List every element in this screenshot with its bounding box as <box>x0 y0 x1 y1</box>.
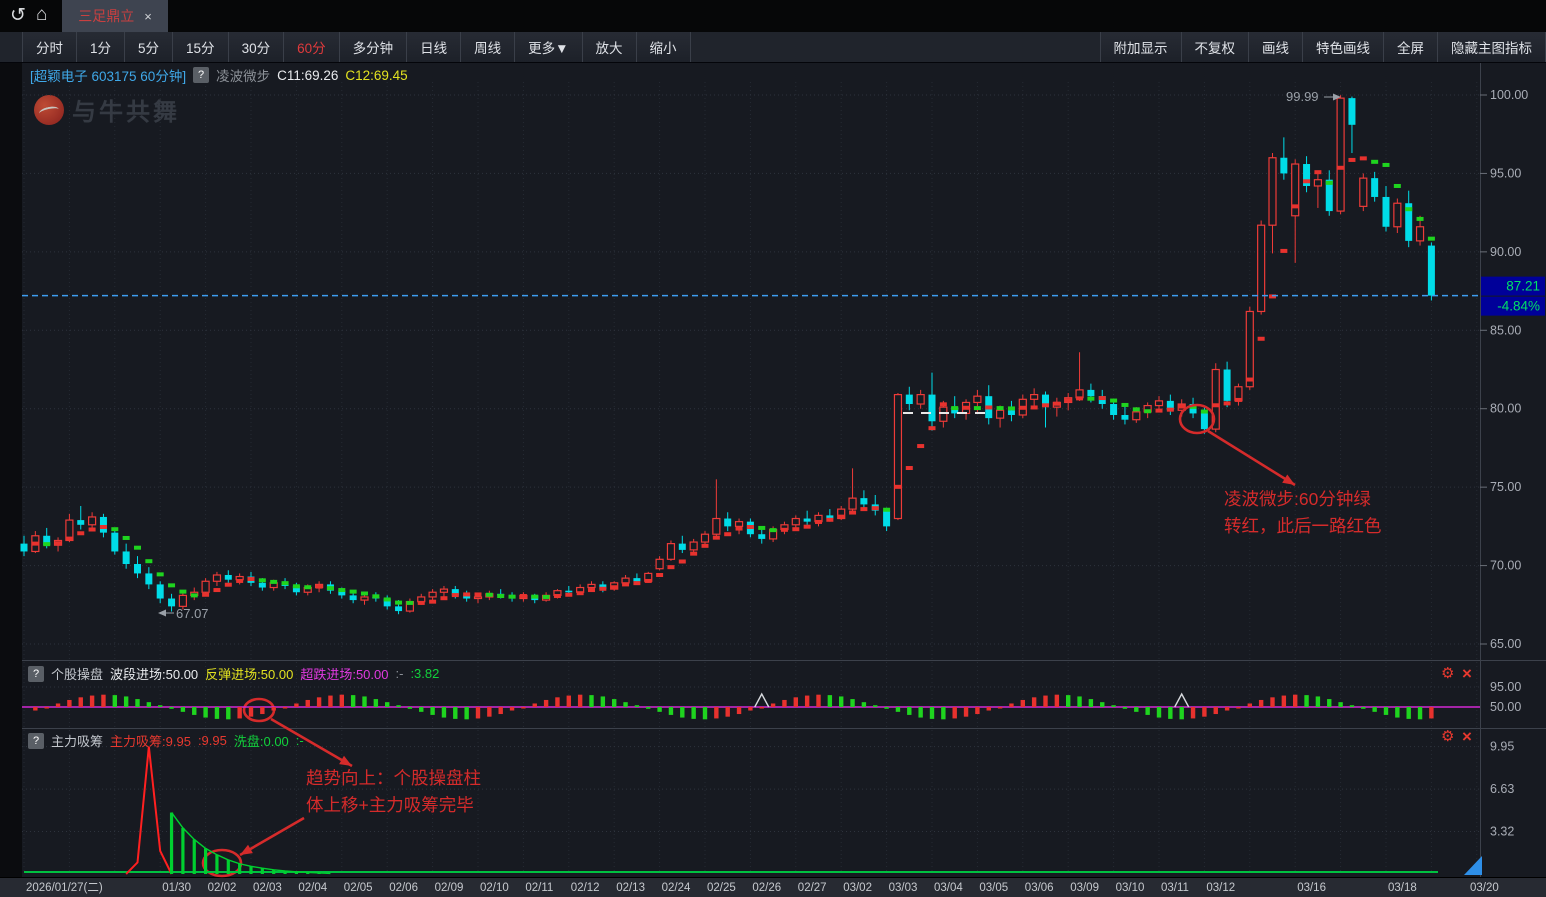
panel2-value-3: 洗盘:0.00 <box>234 731 289 750</box>
panel1-settings-gear-icon[interactable]: ⚙ <box>1441 666 1454 681</box>
annotation-note-lingbo-line2: 转红，此后一路红色 <box>1224 513 1382 540</box>
toolbar-button-right-1[interactable]: 不复权 <box>1182 32 1250 62</box>
chart-tool-buttons: 附加显示不复权画线特色画线全屏隐藏主图指标 <box>1100 32 1546 62</box>
toolbar-button-left-8[interactable]: 周线 <box>461 32 515 62</box>
overlay-indicator-name: 凌波微步 <box>216 65 270 85</box>
panel2-close-icon[interactable]: × <box>1462 728 1472 745</box>
toolbar: 分时1分5分15分30分60分多分钟日线周线更多▼放大缩小 附加显示不复权画线特… <box>0 32 1546 63</box>
annotation-note-trend-line2: 体上移+主力吸筹完毕 <box>306 792 481 819</box>
panel1-close-icon[interactable]: × <box>1462 665 1472 682</box>
toolbar-button-left-6[interactable]: 多分钟 <box>340 32 408 62</box>
instrument-info-bar: [超颖电子 603175 60分钟] ? 凌波微步 C11:69.26 C12:… <box>30 65 408 85</box>
main-chart-area <box>22 63 1480 877</box>
toolbar-button-left-3[interactable]: 15分 <box>173 32 229 62</box>
panel1-value-5: :3.82 <box>410 666 439 681</box>
watermark: 与牛共舞 <box>34 92 180 127</box>
app-window: ↺ ⌂ 三足鼎立 × 分时1分5分15分30分60分多分钟日线周线更多▼放大缩小… <box>0 0 1546 897</box>
help-icon[interactable]: ? <box>193 67 209 83</box>
panel2-header: ? 主力吸筹 主力吸筹:9.95 :9.95 洗盘:0.00 :- <box>28 731 304 750</box>
home-icon[interactable]: ⌂ <box>36 4 47 26</box>
document-tab[interactable]: 三足鼎立 × <box>62 0 168 32</box>
back-icon[interactable]: ↺ <box>10 4 26 27</box>
toolbar-button-left-4[interactable]: 30分 <box>229 32 285 62</box>
panel-separator <box>22 660 1546 661</box>
annotation-note-trend-line1: 趋势向上：个股操盘柱 <box>306 765 481 792</box>
panel1-value-1: 波段进场:50.00 <box>110 664 198 683</box>
toolbar-button-left-9[interactable]: 更多▼ <box>515 32 582 62</box>
help-icon[interactable]: ? <box>28 666 44 682</box>
bull-logo-icon <box>34 95 64 125</box>
period-buttons: 分时1分5分15分30分60分多分钟日线周线更多▼放大缩小 <box>22 32 691 62</box>
c11-value: C11:69.26 <box>277 68 338 83</box>
panel1-value-2: 反弹进场:50.00 <box>205 664 293 683</box>
tab-close-icon[interactable]: × <box>144 9 152 24</box>
toolbar-button-left-2[interactable]: 5分 <box>125 32 173 62</box>
panel-separator <box>22 728 1546 729</box>
toolbar-button-left-0[interactable]: 分时 <box>22 32 77 62</box>
toolbar-button-right-4[interactable]: 全屏 <box>1384 32 1438 62</box>
panel2-value-2: :9.95 <box>198 733 227 748</box>
toolbar-button-left-7[interactable]: 日线 <box>407 32 461 62</box>
instrument-label: [超颖电子 603175 60分钟] <box>30 65 186 85</box>
panel2-value-1: 主力吸筹:9.95 <box>110 731 191 750</box>
toolbar-button-right-5[interactable]: 隐藏主图指标 <box>1438 32 1546 62</box>
window-titlebar: ↺ ⌂ 三足鼎立 × <box>0 0 1546 32</box>
toolbar-button-right-3[interactable]: 特色画线 <box>1303 32 1384 62</box>
panel1-value-3: 超跌进场:50.00 <box>300 664 388 683</box>
left-sidebar <box>0 63 22 877</box>
panel1-header: ? 个股操盘 波段进场:50.00 反弹进场:50.00 超跌进场:50.00 … <box>28 664 439 683</box>
panel1-name: 个股操盘 <box>51 664 103 683</box>
toolbar-button-left-10[interactable]: 放大 <box>583 32 637 62</box>
price-axis-area <box>1480 63 1546 877</box>
panel1-value-4: :- <box>395 666 403 681</box>
date-axis-row <box>0 877 1546 897</box>
toolbar-button-left-5[interactable]: 60分 <box>284 32 340 62</box>
annotation-note-trend: 趋势向上：个股操盘柱 体上移+主力吸筹完毕 <box>306 765 481 819</box>
toolbar-button-right-2[interactable]: 画线 <box>1249 32 1303 62</box>
help-icon[interactable]: ? <box>28 733 44 749</box>
annotation-note-lingbo-line1: 凌波微步:60分钟绿 <box>1224 486 1382 513</box>
panel2-value-4: :- <box>296 733 304 748</box>
panel2-name: 主力吸筹 <box>51 731 103 750</box>
annotation-note-lingbo: 凌波微步:60分钟绿 转红，此后一路红色 <box>1224 486 1382 540</box>
toolbar-button-left-11[interactable]: 缩小 <box>637 32 691 62</box>
toolbar-button-right-0[interactable]: 附加显示 <box>1100 32 1182 62</box>
panel2-settings-gear-icon[interactable]: ⚙ <box>1441 729 1454 744</box>
document-tab-title: 三足鼎立 <box>78 6 134 26</box>
c12-value: C12:69.45 <box>345 68 407 83</box>
toolbar-button-left-1[interactable]: 1分 <box>77 32 125 62</box>
watermark-text: 与牛共舞 <box>72 92 180 127</box>
